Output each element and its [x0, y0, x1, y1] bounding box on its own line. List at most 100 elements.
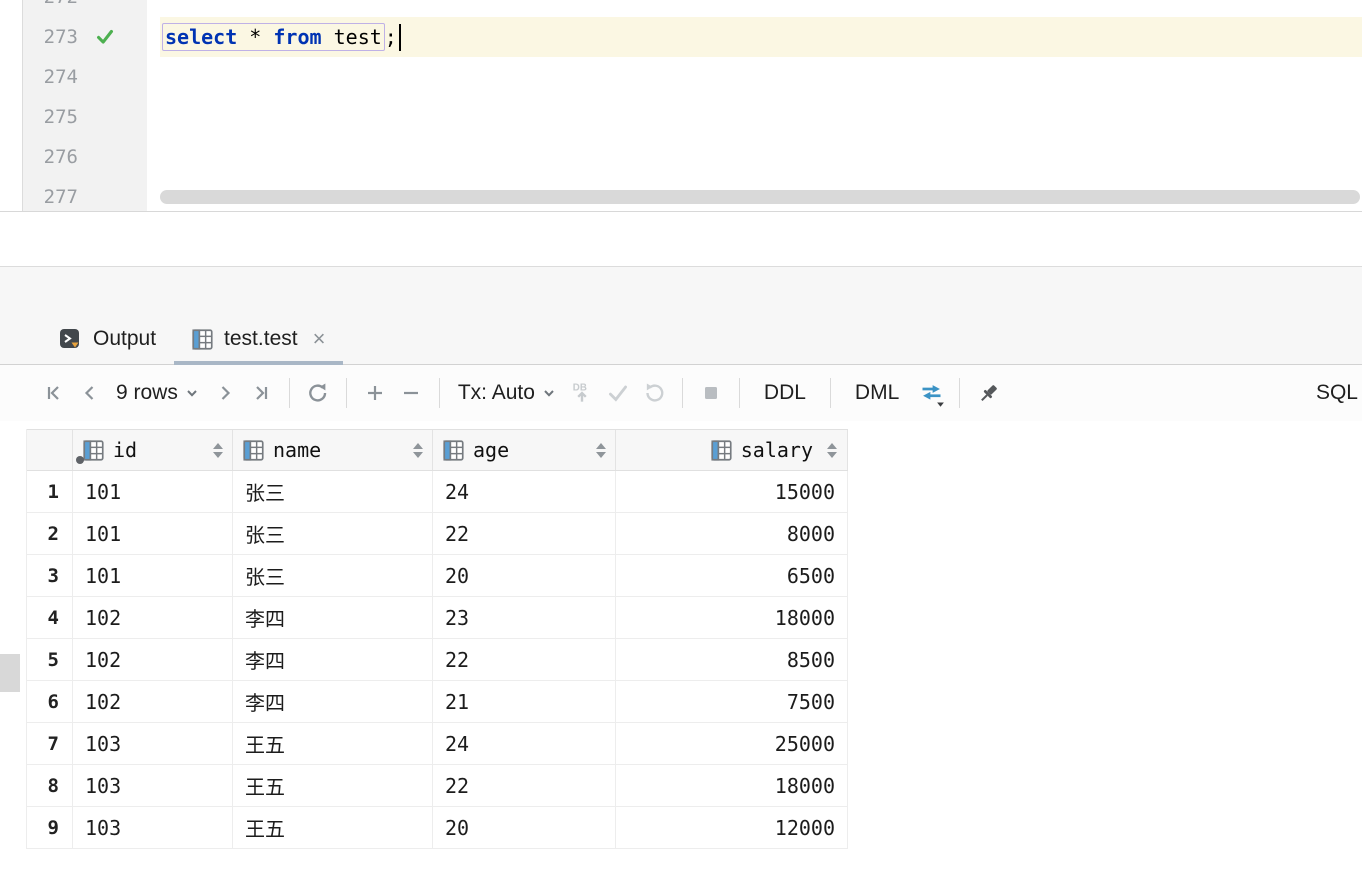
add-row-button[interactable] — [357, 375, 393, 411]
cell-id[interactable]: 103 — [73, 807, 233, 848]
cell-id[interactable]: 101 — [73, 513, 233, 554]
cell-salary[interactable]: 25000 — [616, 723, 848, 764]
first-page-button[interactable] — [36, 375, 72, 411]
dml-button[interactable]: DML — [841, 381, 913, 405]
rollback-icon — [636, 375, 672, 411]
tx-mode-label: Tx: Auto — [458, 381, 535, 405]
row-number[interactable]: 3 — [27, 555, 73, 596]
table-icon — [192, 329, 213, 350]
cell-id[interactable]: 101 — [73, 471, 233, 512]
tab-test-test[interactable]: test.test× — [174, 314, 343, 364]
toolbar-separator — [682, 378, 683, 408]
sort-toggle-icon[interactable] — [596, 443, 606, 458]
cell-name[interactable]: 李四 — [233, 681, 433, 722]
row-number[interactable]: 2 — [27, 513, 73, 554]
cell-salary[interactable]: 15000 — [616, 471, 848, 512]
cell-name[interactable]: 李四 — [233, 597, 433, 638]
cell-age[interactable]: 20 — [433, 555, 616, 596]
cell-name[interactable]: 张三 — [233, 513, 433, 554]
cell-id[interactable]: 103 — [73, 765, 233, 806]
sort-toggle-icon[interactable] — [213, 443, 223, 458]
tx-mode-dropdown[interactable]: Tx: Auto — [450, 381, 564, 405]
ddl-button[interactable]: DDL — [750, 381, 820, 405]
cell-age[interactable]: 21 — [433, 681, 616, 722]
cell-name[interactable]: 王五 — [233, 723, 433, 764]
cell-id[interactable]: 102 — [73, 681, 233, 722]
pin-icon[interactable] — [970, 375, 1006, 411]
grid-header: id name age salary — [27, 429, 848, 471]
cell-salary[interactable]: 12000 — [616, 807, 848, 848]
output-console-icon — [58, 327, 82, 351]
column-header-salary[interactable]: salary — [616, 430, 848, 470]
cell-id[interactable]: 102 — [73, 597, 233, 638]
cell-name[interactable]: 张三 — [233, 555, 433, 596]
editor-gutter-lines: 272273274275276277 — [23, 0, 147, 211]
cell-id[interactable]: 102 — [73, 639, 233, 680]
sql-editor[interactable]: 272273274275276277 select * from test; — [0, 0, 1362, 212]
tab-output[interactable]: Output — [40, 314, 174, 364]
previous-page-button[interactable] — [72, 375, 108, 411]
cell-age[interactable]: 23 — [433, 597, 616, 638]
row-number[interactable]: 1 — [27, 471, 73, 512]
cell-salary[interactable]: 8500 — [616, 639, 848, 680]
grid-body: 1101张三24150002101张三2280003101张三206500410… — [27, 471, 848, 849]
sort-toggle-icon[interactable] — [413, 443, 423, 458]
gutter-spacer — [90, 145, 120, 169]
column-name: id — [113, 438, 137, 462]
gutter-line: 276 — [23, 137, 147, 177]
gutter-line: 275 — [23, 97, 147, 137]
line-number: 272 — [23, 0, 78, 8]
cell-salary[interactable]: 6500 — [616, 555, 848, 596]
cell-salary[interactable]: 18000 — [616, 765, 848, 806]
row-number[interactable]: 7 — [27, 723, 73, 764]
cell-age[interactable]: 22 — [433, 513, 616, 554]
table-row[interactable]: 9103王五2012000 — [27, 807, 848, 849]
table-row[interactable]: 6102李四217500 — [27, 681, 848, 723]
cell-age[interactable]: 20 — [433, 807, 616, 848]
column-header-age[interactable]: age — [433, 430, 616, 470]
compare-icon[interactable] — [913, 375, 949, 411]
table-row[interactable]: 7103王五2425000 — [27, 723, 848, 765]
table-row[interactable]: 8103王五2218000 — [27, 765, 848, 807]
cell-name[interactable]: 张三 — [233, 471, 433, 512]
cell-age[interactable]: 22 — [433, 639, 616, 680]
delete-row-button[interactable] — [393, 375, 429, 411]
column-header-id[interactable]: id — [73, 430, 233, 470]
sql-dialect-label[interactable]: SQL — [1316, 381, 1358, 405]
cell-salary[interactable]: 8000 — [616, 513, 848, 554]
table-row[interactable]: 2101张三228000 — [27, 513, 848, 555]
cell-name[interactable]: 李四 — [233, 639, 433, 680]
cell-name[interactable]: 王五 — [233, 765, 433, 806]
cell-age[interactable]: 24 — [433, 723, 616, 764]
horizontal-scrollbar[interactable] — [160, 190, 1360, 204]
table-row[interactable]: 3101张三206500 — [27, 555, 848, 597]
table-row[interactable]: 5102李四228500 — [27, 639, 848, 681]
row-number[interactable]: 6 — [27, 681, 73, 722]
editor-content[interactable]: select * from test; — [148, 0, 1362, 211]
column-header-name[interactable]: name — [233, 430, 433, 470]
commit-icon — [600, 375, 636, 411]
cell-salary[interactable]: 18000 — [616, 597, 848, 638]
tab-label: Output — [93, 327, 156, 351]
next-page-button[interactable] — [207, 375, 243, 411]
row-number[interactable]: 4 — [27, 597, 73, 638]
refresh-icon[interactable] — [300, 375, 336, 411]
table-row[interactable]: 1101张三2415000 — [27, 471, 848, 513]
cell-salary[interactable]: 7500 — [616, 681, 848, 722]
sort-toggle-icon[interactable] — [827, 443, 837, 458]
cell-id[interactable]: 101 — [73, 555, 233, 596]
row-number[interactable]: 9 — [27, 807, 73, 848]
cell-age[interactable]: 24 — [433, 471, 616, 512]
cell-name[interactable]: 王五 — [233, 807, 433, 848]
cell-id[interactable]: 103 — [73, 723, 233, 764]
cell-age[interactable]: 22 — [433, 765, 616, 806]
row-number[interactable]: 5 — [27, 639, 73, 680]
last-page-button[interactable] — [243, 375, 279, 411]
splitter-handle[interactable] — [0, 654, 20, 692]
gutter-spacer — [90, 105, 120, 129]
close-icon[interactable]: × — [313, 328, 326, 350]
table-row[interactable]: 4102李四2318000 — [27, 597, 848, 639]
rows-count-dropdown[interactable]: 9 rows — [108, 381, 207, 405]
row-number[interactable]: 8 — [27, 765, 73, 806]
line-number: 273 — [23, 26, 78, 48]
